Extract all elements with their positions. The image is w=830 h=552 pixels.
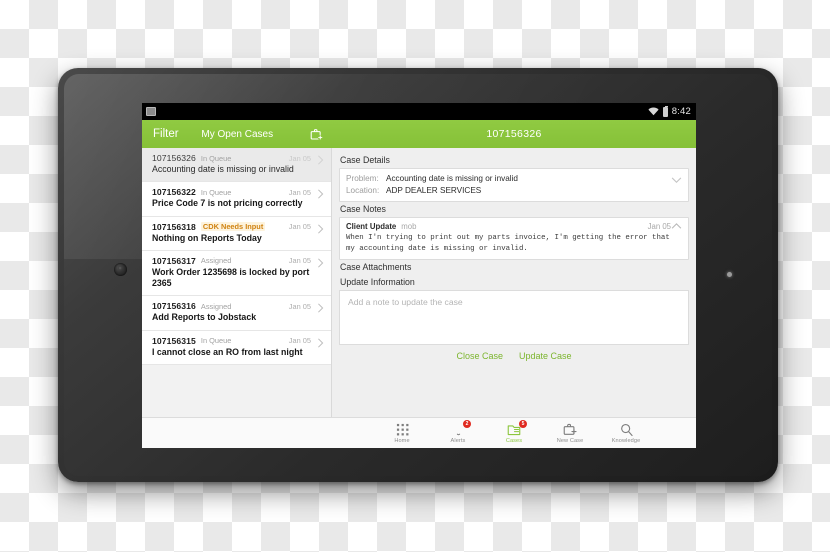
status-bar-system: 8:42 <box>648 105 691 117</box>
case-list-item[interactable]: 107156318 CDK Needs Input Jan 05 Nothing on… <box>142 216 331 251</box>
wifi-icon <box>648 107 659 116</box>
status-bar-notifications <box>146 107 156 116</box>
grid-icon <box>385 422 419 437</box>
list-title: My Open Cases <box>201 128 274 140</box>
case-item-id: 107156316 <box>152 301 196 312</box>
list-action-bar: Filter My Open Cases <box>142 120 332 148</box>
chevron-up-icon[interactable] <box>671 222 682 230</box>
screenshot-icon <box>146 107 156 116</box>
chevron-right-icon[interactable] <box>317 155 324 165</box>
case-item-subject: Work Order 1235698 is locked by port 236… <box>152 266 310 288</box>
filter-button[interactable]: Filter <box>153 128 179 140</box>
note-channel: mob <box>401 221 417 231</box>
case-item-subject: I cannot close an RO from last night <box>152 346 303 357</box>
location-label: Location: <box>346 185 380 195</box>
case-item-meta: 107156322 In Queue Jan 05 <box>152 187 323 197</box>
case-item-status: In Queue <box>200 153 232 163</box>
chevron-down-icon[interactable] <box>671 177 682 184</box>
case-item-subject: Nothing on Reports Today <box>152 232 262 243</box>
case-item-id: 107156326 <box>152 153 196 163</box>
tab-badge: 5 <box>519 420 527 428</box>
problem-value: Accounting date is missing or invalid <box>386 174 518 183</box>
case-item-id: 107156318 <box>152 221 196 232</box>
location-row: Location: ADP DEALER SERVICES <box>346 185 682 197</box>
battery-icon <box>662 105 668 117</box>
case-item-id: 107156322 <box>152 187 196 198</box>
case-item-subject: Add Reports to Jobstack <box>152 312 257 323</box>
problem-label: Problem: <box>346 174 379 183</box>
chevron-right-icon[interactable] <box>317 258 324 268</box>
case-list-item[interactable]: 107156322 In Queue Jan 05 Price Code 7 is n… <box>142 182 331 217</box>
note-author: Client Update <box>346 221 397 231</box>
new-case-icon <box>553 422 587 437</box>
app-container: Filter My Open Cases 107156326 107156326… <box>142 120 696 448</box>
case-attachments-heading: Case Attachments <box>340 262 412 272</box>
case-item-meta: 107156318 CDK Needs Input Jan 05 <box>152 222 323 232</box>
tab-badge: 2 <box>463 420 471 428</box>
location-value: ADP DEALER SERVICES <box>386 185 482 195</box>
chevron-right-icon[interactable] <box>317 303 324 313</box>
tab-cases[interactable]: 5 Cases <box>497 420 531 444</box>
case-item-id: 107156317 <box>152 255 196 266</box>
tab-new-case[interactable]: New Case <box>553 422 587 444</box>
app-bars: Filter My Open Cases 107156326 <box>142 120 696 148</box>
case-list: 107156326 In Queue Jan 05 Accounting date i… <box>142 148 331 365</box>
chevron-right-icon[interactable] <box>317 189 324 199</box>
case-item-status: CDK Needs Input <box>200 222 266 231</box>
chevron-right-icon[interactable] <box>317 223 324 234</box>
case-item-id: 107156315 <box>152 335 196 346</box>
case-details-card[interactable]: Problem: Accounting date is missing or i… <box>339 168 689 202</box>
close-case-button[interactable]: Close Case <box>456 351 503 361</box>
search-icon <box>609 422 643 437</box>
tablet-device: 8:42 Filter My Open Cases 107156326 1071… <box>58 68 778 482</box>
case-list-item[interactable]: 107156326 In Queue Jan 05 Accounting date i… <box>142 148 331 183</box>
tab-label: Alerts <box>450 438 466 444</box>
new-case-icon[interactable] <box>310 128 323 141</box>
case-item-status: In Queue <box>200 336 232 345</box>
clock: 8:42 <box>671 106 691 117</box>
case-list-item[interactable]: 107156315 In Queue Jan 05 I cannot close an… <box>142 330 331 365</box>
detail-action-bar: 107156326 <box>332 120 696 148</box>
tablet-bezel: 8:42 Filter My Open Cases 107156326 1071… <box>64 74 772 476</box>
tab-label: Home <box>394 438 410 444</box>
update-note-input[interactable]: Add a note to update the case <box>339 290 689 345</box>
case-notes-heading: Case Notes <box>340 203 386 214</box>
case-list-item[interactable]: 107156316 Assigned Jan 05 Add Reports to Jo… <box>142 296 331 331</box>
note-header: Client Update mob Jan 05 <box>346 222 682 231</box>
tab-label: New Case <box>556 438 584 444</box>
tablet-screen: 8:42 Filter My Open Cases 107156326 1071… <box>142 103 696 448</box>
case-list-pane[interactable]: 107156326 In Queue Jan 05 Accounting date i… <box>142 148 332 417</box>
case-list-item[interactable]: 107156317 Assigned Jan 05 Work Order 123569… <box>142 250 331 297</box>
problem-row: Problem: Accounting date is missing or i… <box>346 173 682 185</box>
case-detail-pane: Case Details Problem: Accounting date is… <box>332 148 696 417</box>
case-item-meta: 107156316 Assigned Jan 05 <box>152 301 323 311</box>
app-body: 107156326 In Queue Jan 05 Accounting date i… <box>142 148 696 417</box>
case-item-status: Assigned <box>200 256 232 266</box>
case-item-meta: 107156326 In Queue Jan 05 <box>152 153 323 163</box>
sensor-dot <box>727 272 732 277</box>
case-item-status: Assigned <box>200 301 232 311</box>
case-details-heading: Case Details <box>340 155 390 165</box>
note-body: When I'n trying to print out my parts in… <box>346 233 670 253</box>
update-case-button[interactable]: Update Case <box>519 351 572 361</box>
case-item-meta: 107156317 Assigned Jan 05 <box>152 256 323 266</box>
front-camera <box>114 263 127 276</box>
chevron-right-icon[interactable] <box>317 337 324 348</box>
update-information-heading: Update Information <box>340 277 415 287</box>
detail-case-id: 107156326 <box>486 128 542 140</box>
bottom-tab-bar: Home 2 Alerts 5 Cases New Case Knowledge <box>142 417 696 448</box>
case-item-subject: Price Code 7 is not pricing correctly <box>152 198 303 209</box>
tab-label: Cases <box>505 438 523 444</box>
tab-knowledge[interactable]: Knowledge <box>609 422 643 444</box>
list-empty-area <box>142 364 331 417</box>
case-item-meta: 107156315 In Queue Jan 05 <box>152 336 323 346</box>
case-note-card[interactable]: Client Update mob Jan 05 When I'n trying… <box>339 216 689 260</box>
tab-alerts[interactable]: 2 Alerts <box>441 420 475 444</box>
detail-actions: Close Case Update Case <box>339 345 689 366</box>
tab-home[interactable]: Home <box>385 422 419 444</box>
case-item-status: In Queue <box>200 187 232 197</box>
tab-label: Knowledge <box>611 438 641 444</box>
case-item-subject: Accounting date is missing or invalid <box>152 164 294 174</box>
android-status-bar: 8:42 <box>142 103 696 120</box>
